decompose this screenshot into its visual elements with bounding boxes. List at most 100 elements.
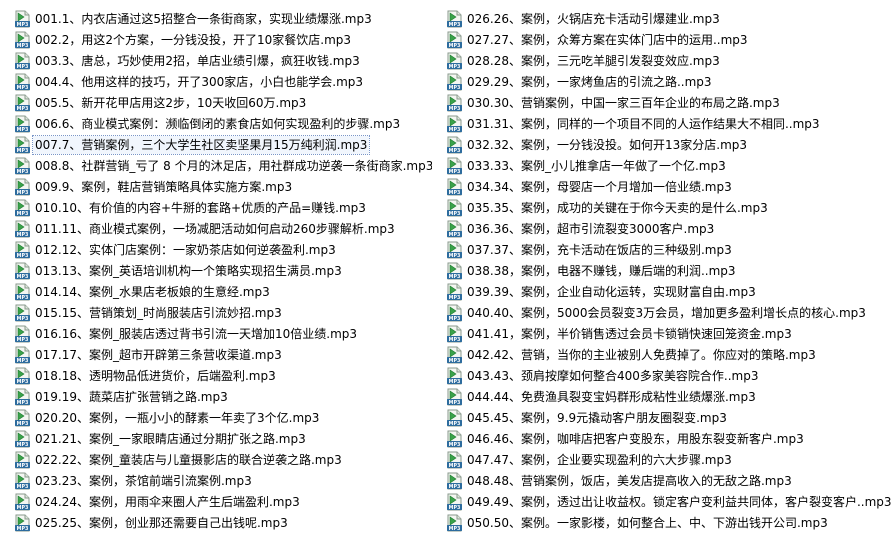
mp3-audio-file-icon: MP3 [446, 262, 463, 280]
file-item[interactable]: MP3 049.49、案例，透过出让收益权。锁定客户变利益共同体，客户裂变客户.… [446, 491, 892, 512]
mp3-audio-file-icon: MP3 [14, 472, 31, 490]
file-item[interactable]: MP3 027.27、案例，众筹方案在实体门店中的运用..mp3 [446, 29, 892, 50]
file-item[interactable]: MP3 026.26、案例，火锅店充卡活动引爆建业.mp3 [446, 8, 892, 29]
file-item[interactable]: MP3 045.45、案例，9.9元撬动客户朋友圈裂变.mp3 [446, 407, 892, 428]
mp3-audio-file-icon: MP3 [446, 430, 463, 448]
file-item[interactable]: MP3 031.31、案例，同样的一个项目不同的人运作结果大不相同..mp3 [446, 113, 892, 134]
file-name: 004.4、他用这样的技巧，开了300家店，小白也能学会.mp3 [35, 74, 364, 89]
mp3-audio-file-icon: MP3 [14, 199, 31, 217]
file-item[interactable]: MP3 025.25、案例，创业那还需要自己出钱呢.mp3 [14, 512, 432, 533]
svg-text:MP3: MP3 [449, 106, 461, 112]
file-item[interactable]: MP3 041.41，案例，半价销售透过会员卡锁销快速回笼资金.mp3 [446, 323, 892, 344]
file-item[interactable]: MP3 012.12、实体门店案例：一家奶茶店如何逆袭盈利.mp3 [14, 239, 432, 260]
file-item[interactable]: MP3 001.1、内衣店通过这5招整合一条街商家，实现业绩爆涨.mp3 [14, 8, 432, 29]
file-item[interactable]: MP3 017.17、案例_超市开辟第三条营收渠道.mp3 [14, 344, 432, 365]
file-item[interactable]: MP3 042.42、营销，当你的主业被别人免费掉了。你应对的策略.mp3 [446, 344, 892, 365]
file-item[interactable]: MP3 018.18、透明物品低进货价，后端盈利.mp3 [14, 365, 432, 386]
file-item[interactable]: MP3 033.33、案例_小儿推拿店一年做了一个亿.mp3 [446, 155, 892, 176]
file-item[interactable]: MP3 002.2，用这2个方案，一分钱没投，开了10家餐饮店.mp3 [14, 29, 432, 50]
file-item[interactable]: MP3 020.20、案例，一瓶小小的酵素一年卖了3个亿.mp3 [14, 407, 432, 428]
mp3-audio-file-icon: MP3 [14, 157, 31, 175]
file-item[interactable]: MP3 009.9、案例，鞋店营销策略具体实施方案.mp3 [14, 176, 432, 197]
file-name: 016.16、案例_服装店透过背书引流一天增加10倍业绩.mp3 [35, 326, 358, 341]
mp3-audio-file-icon: MP3 [14, 409, 31, 427]
file-name: 024.24、案例，用雨伞来圈人产生后端盈利.mp3 [35, 494, 300, 509]
file-item[interactable]: MP3 022.22、案例_童装店与儿童摄影店的联合逆袭之路.mp3 [14, 449, 432, 470]
file-item[interactable]: MP3 015.15、营销策划_时尚服装店引流妙招.mp3 [14, 302, 432, 323]
file-item[interactable]: MP3 046.46、案例，咖啡店把客户变股东，用股东裂变新客户.mp3 [446, 428, 892, 449]
file-item[interactable]: MP3 029.29、案例，一家烤鱼店的引流之路..mp3 [446, 71, 892, 92]
file-item[interactable]: MP3 037.37、案例，充卡活动在饭店的三种级别.mp3 [446, 239, 892, 260]
file-name: 003.3、唐总，巧妙使用2招，单店业绩引爆，疯狂收钱.mp3 [35, 53, 360, 68]
file-name: 030.30、营销案例，中国一家三百年企业的布局之路.mp3 [467, 95, 780, 110]
svg-text:MP3: MP3 [449, 190, 461, 196]
file-item[interactable]: MP3 039.39、案例，企业自动化运转，实现财富自由.mp3 [446, 281, 892, 302]
svg-text:MP3: MP3 [449, 463, 461, 469]
file-name: 041.41，案例，半价销售透过会员卡锁销快速回笼资金.mp3 [467, 326, 792, 341]
file-name: 014.14、案例_水果店老板娘的生意经.mp3 [35, 284, 270, 299]
file-item[interactable]: MP3 006.6、商业模式案例：濒临倒闭的素食店如何实现盈利的步骤.mp3 [14, 113, 432, 134]
svg-text:MP3: MP3 [17, 484, 29, 490]
mp3-audio-file-icon: MP3 [14, 388, 31, 406]
file-item[interactable]: MP3 044.44、免费渔具裂变宝妈群形成粘性业绩爆涨.mp3 [446, 386, 892, 407]
file-name: 002.2，用这2个方案，一分钱没投，开了10家餐饮店.mp3 [35, 32, 352, 47]
file-item[interactable]: MP3 035.35、案例，成功的关键在于你今天卖的是什么.mp3 [446, 197, 892, 218]
file-item[interactable]: MP3 004.4、他用这样的技巧，开了300家店，小白也能学会.mp3 [14, 71, 432, 92]
file-item[interactable]: MP3 019.19、蔬菜店扩张营销之路.mp3 [14, 386, 432, 407]
mp3-audio-file-icon: MP3 [14, 493, 31, 511]
mp3-audio-file-icon: MP3 [446, 94, 463, 112]
svg-text:MP3: MP3 [449, 337, 461, 343]
file-item[interactable]: MP3 028.28、案例，三元吃羊腿引发裂变效应.mp3 [446, 50, 892, 71]
file-item[interactable]: MP3 007.7、营销案例，三个大学生社区卖坚果月15万纯利润.mp3 [14, 134, 432, 155]
mp3-audio-file-icon: MP3 [446, 31, 463, 49]
file-item[interactable]: MP3 014.14、案例_水果店老板娘的生意经.mp3 [14, 281, 432, 302]
file-name: 009.9、案例，鞋店营销策略具体实施方案.mp3 [35, 179, 293, 194]
svg-text:MP3: MP3 [449, 421, 461, 427]
mp3-audio-file-icon: MP3 [446, 52, 463, 70]
mp3-audio-file-icon: MP3 [446, 346, 463, 364]
svg-text:MP3: MP3 [449, 484, 461, 490]
file-name: 013.13、案例_英语培训机构一个策略实现招生满员.mp3 [35, 263, 342, 278]
svg-text:MP3: MP3 [17, 148, 29, 154]
svg-text:MP3: MP3 [17, 358, 29, 364]
file-item[interactable]: MP3 034.34、案例，母婴店一个月增加一倍业绩.mp3 [446, 176, 892, 197]
file-item[interactable]: MP3 048.48、营销案例，饭店，美发店提高收入的无敌之路.mp3 [446, 470, 892, 491]
mp3-audio-file-icon: MP3 [446, 115, 463, 133]
file-item[interactable]: MP3 003.3、唐总，巧妙使用2招，单店业绩引爆，疯狂收钱.mp3 [14, 50, 432, 71]
file-item[interactable]: MP3 005.5、新开花甲店用这2步，10天收回60万.mp3 [14, 92, 432, 113]
file-item[interactable]: MP3 021.21、案例_一家眼睛店通过分期扩张之路.mp3 [14, 428, 432, 449]
svg-text:MP3: MP3 [17, 211, 29, 217]
file-column-left: MP3 001.1、内衣店通过这5招整合一条街商家，实现业绩爆涨.mp3 MP3… [0, 0, 432, 546]
file-name: 007.7、营销案例，三个大学生社区卖坚果月15万纯利润.mp3 [31, 134, 371, 155]
file-item[interactable]: MP3 010.10、有价值的内容+牛掰的套路+优质的产品=赚钱.mp3 [14, 197, 432, 218]
mp3-audio-file-icon: MP3 [446, 325, 463, 343]
file-item[interactable]: MP3 032.32、案例，一分钱没投。如何开13家分店.mp3 [446, 134, 892, 155]
file-name: 033.33、案例_小儿推拿店一年做了一个亿.mp3 [467, 158, 726, 173]
file-item[interactable]: MP3 047.47、案例，企业要实现盈利的六大步骤.mp3 [446, 449, 892, 470]
file-item[interactable]: MP3 024.24、案例，用雨伞来圈人产生后端盈利.mp3 [14, 491, 432, 512]
mp3-audio-file-icon: MP3 [446, 367, 463, 385]
file-item[interactable]: MP3 013.13、案例_英语培训机构一个策略实现招生满员.mp3 [14, 260, 432, 281]
mp3-audio-file-icon: MP3 [446, 304, 463, 322]
file-item[interactable]: MP3 038.38，案例，电器不赚钱，赚后端的利润..mp3 [446, 260, 892, 281]
file-name: 049.49、案例，透过出让收益权。锁定客户变利益共同体，客户裂变客户..mp3 [467, 494, 892, 509]
svg-text:MP3: MP3 [17, 85, 29, 91]
svg-text:MP3: MP3 [17, 106, 29, 112]
file-item[interactable]: MP3 050.50、案例。一家影楼，如何整合上、中、下游出钱开公司.mp3 [446, 512, 892, 533]
svg-text:MP3: MP3 [449, 442, 461, 448]
file-item[interactable]: MP3 023.23、案例，茶馆前端引流案例.mp3 [14, 470, 432, 491]
file-item[interactable]: MP3 036.36、案例，超市引流裂变3000客户.mp3 [446, 218, 892, 239]
file-item[interactable]: MP3 011.11、商业模式案例，一场减肥活动如何启动260步骤解析.mp3 [14, 218, 432, 239]
file-item[interactable]: MP3 008.8、社群营销_亏了 8 个月的沐足店，用社群成功逆袭一条街商家.… [14, 155, 432, 176]
svg-text:MP3: MP3 [17, 127, 29, 133]
svg-text:MP3: MP3 [449, 127, 461, 133]
file-item[interactable]: MP3 016.16、案例_服装店透过背书引流一天增加10倍业绩.mp3 [14, 323, 432, 344]
svg-text:MP3: MP3 [449, 274, 461, 280]
file-name: 037.37、案例，充卡活动在饭店的三种级别.mp3 [467, 242, 732, 257]
file-item[interactable]: MP3 043.43、颈肩按摩如何整合400多家美容院合作..mp3 [446, 365, 892, 386]
file-item[interactable]: MP3 040.40、案例，5000会员裂变3万会员，增加更多盈利增长点的核心.… [446, 302, 892, 323]
svg-text:MP3: MP3 [17, 22, 29, 28]
svg-text:MP3: MP3 [449, 358, 461, 364]
mp3-audio-file-icon: MP3 [14, 178, 31, 196]
file-item[interactable]: MP3 030.30、营销案例，中国一家三百年企业的布局之路.mp3 [446, 92, 892, 113]
